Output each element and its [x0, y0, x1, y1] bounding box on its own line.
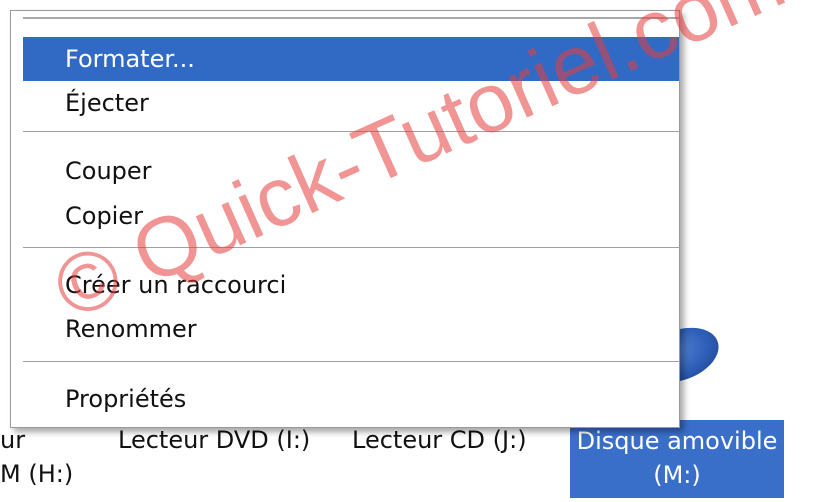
- context-menu: Formater... Éjecter Couper Copier Créer …: [10, 10, 680, 428]
- drive-label-dvd[interactable]: Lecteur DVD (I:): [118, 426, 310, 454]
- drive-label-cd[interactable]: Lecteur CD (J:): [352, 426, 527, 454]
- drive-label-h[interactable]: M (H:): [0, 460, 73, 488]
- menu-item-proprietes[interactable]: Propriétés: [23, 377, 679, 421]
- menu-separator: [23, 361, 679, 363]
- menu-item-renommer[interactable]: Renommer: [23, 307, 679, 351]
- menu-item-copier[interactable]: Copier: [23, 194, 679, 238]
- menu-separator: [23, 247, 679, 249]
- menu-item-formater[interactable]: Formater...: [23, 37, 679, 81]
- menu-top-divider: [23, 17, 679, 19]
- menu-item-creer-raccourci[interactable]: Créer un raccourci: [23, 263, 679, 307]
- menu-item-couper[interactable]: Couper: [23, 149, 679, 193]
- menu-item-ejecter[interactable]: Éjecter: [23, 81, 679, 125]
- drive-label-partial[interactable]: ur: [0, 426, 25, 454]
- menu-separator: [23, 131, 679, 133]
- drive-label-removable-selected[interactable]: Disque amovible (M:): [570, 420, 784, 498]
